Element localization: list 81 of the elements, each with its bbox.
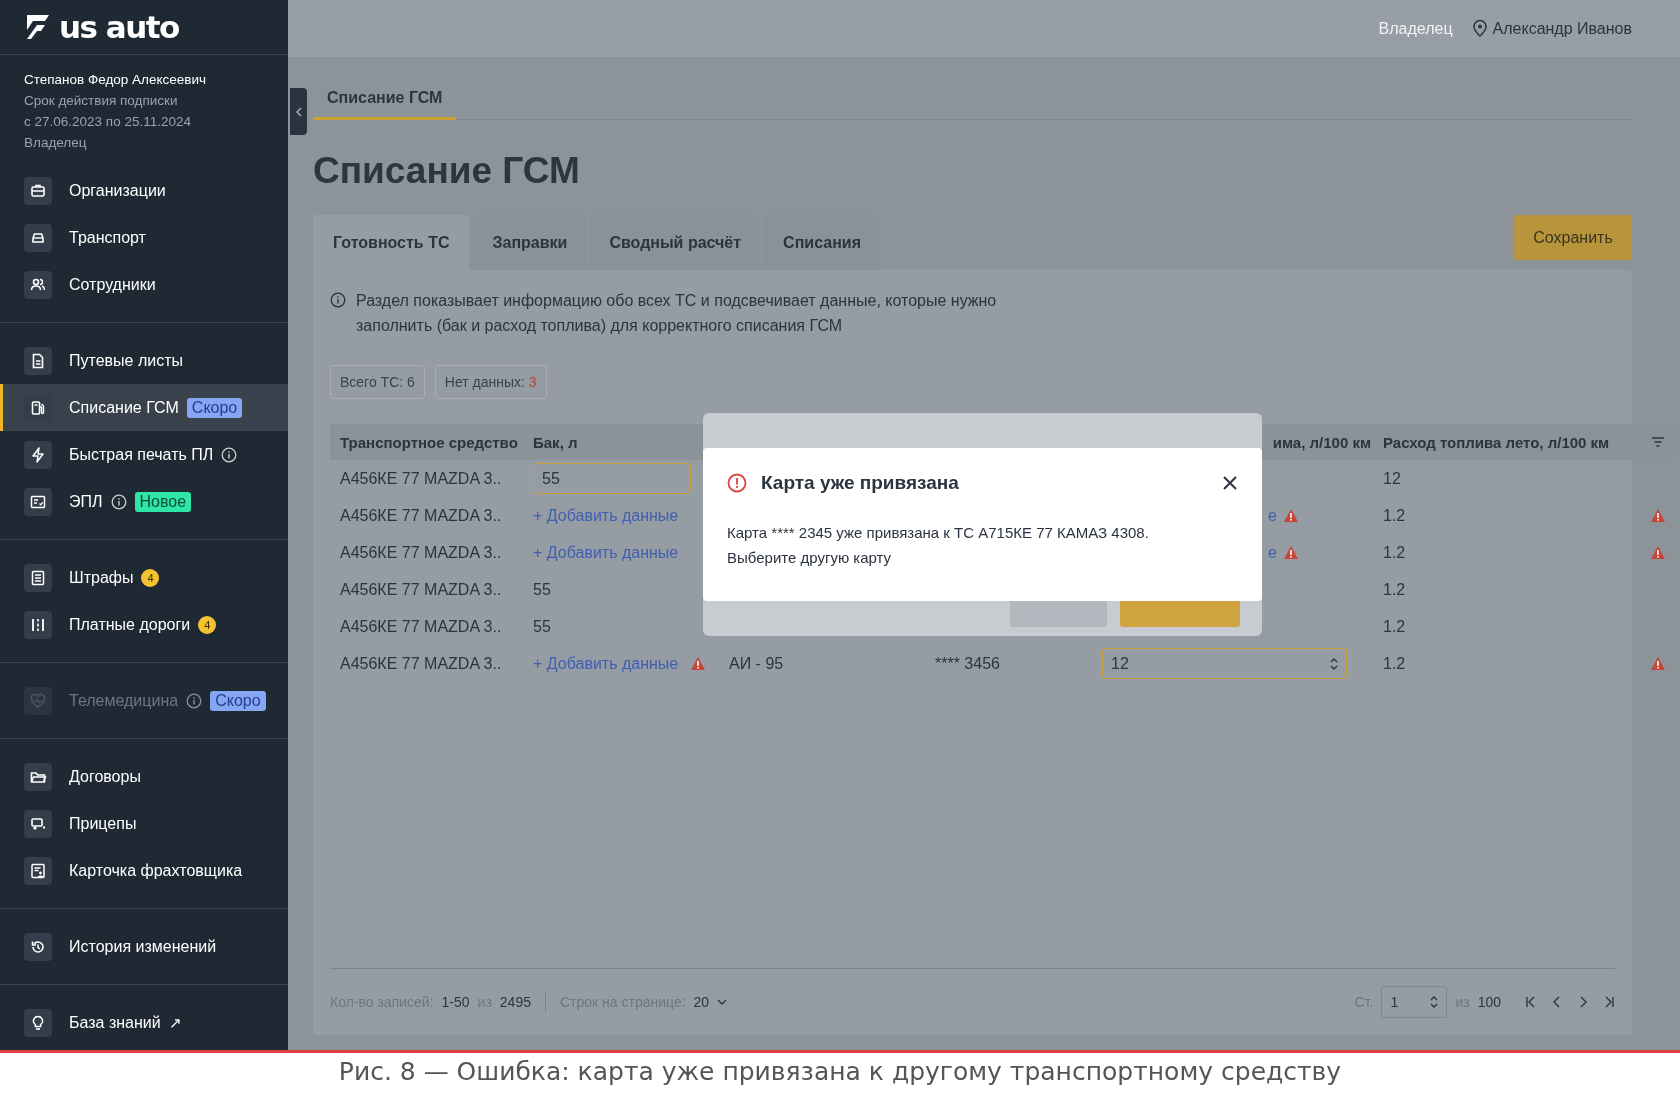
count-badge: 4 [141, 568, 160, 587]
fuel-pump-icon [29, 398, 47, 417]
table-cell: А456КЕ 77 MAZDA 3.. [340, 543, 502, 562]
heart-icon [29, 691, 47, 710]
sidebar-item[interactable]: Транспорт [0, 214, 288, 261]
info-icon [330, 292, 346, 308]
sidebar-item[interactable]: История изменений [0, 923, 288, 970]
error-icon [727, 473, 747, 493]
status-badge: Скоро [186, 397, 243, 418]
spinner-icon [1330, 656, 1338, 671]
column-header: Расход топлива лето, л/100 км [1382, 433, 1611, 451]
subscription-period: с 27.06.2023 по 25.11.2024 [24, 113, 192, 131]
column-header: Транспортное средство [339, 433, 519, 451]
table-cell: 55 [533, 617, 551, 636]
sidebar-item[interactable]: Штрафы 4 [0, 554, 288, 601]
number-field[interactable]: 12 [1102, 648, 1347, 679]
close-icon[interactable] [1222, 475, 1238, 491]
table-cell: 55 [533, 580, 551, 599]
external-link-icon: ↗ [168, 1013, 182, 1032]
user-name[interactable]: Александр Иванов [1492, 19, 1632, 38]
records-range: 1-50 [441, 994, 470, 1010]
per-page-select[interactable]: 20 [693, 994, 710, 1010]
breadcrumb-tab[interactable]: Списание ГСМ [313, 89, 457, 120]
table-cell: 1.2 [1383, 580, 1406, 599]
sidebar-item[interactable]: ЭПЛ Новое [0, 478, 288, 525]
account-name: Степанов Федор Алексеевич [24, 71, 208, 89]
chevron-left-icon [295, 106, 302, 117]
subscription-label: Срок действия подписки [24, 92, 179, 110]
count-badge: 4 [198, 615, 217, 634]
account-role: Владелец [24, 134, 88, 152]
table-cell: А456КЕ 77 MAZDA 3.. [340, 506, 502, 525]
lightning-icon [29, 445, 47, 464]
sidebar-item[interactable]: Путевые листы [0, 337, 288, 384]
list-icon [29, 568, 47, 587]
status-badge: Новое [134, 491, 192, 512]
table-cell: А456КЕ 77 MAZDA 3.. [340, 654, 502, 673]
table-cell: 1.2 [1383, 506, 1406, 525]
location-pin-icon [1472, 20, 1487, 37]
table-cell: А456КЕ 77 MAZDA 3.. [340, 617, 502, 636]
count-chip: Нет данных: 3 [434, 365, 547, 399]
status-badge: Скоро [210, 690, 266, 711]
spinner-icon [1430, 995, 1439, 1009]
table-cell: А456КЕ 77 MAZDA 3.. [340, 580, 502, 599]
table-cell: 1.2 [1383, 543, 1406, 562]
logo-text: us auto [59, 9, 179, 45]
info-text: Раздел показывает информацию обо всех ТС и подсвечивает данные, которые нужно заполнить (бак и расход топлива) для корректного списания ГСМ [356, 291, 998, 336]
table-cell: АИ - 95 [729, 654, 784, 673]
page-field[interactable]: 1 [1381, 986, 1448, 1018]
table-cell: **** 3456 [935, 654, 1000, 673]
column-header: има, л/100 км [1271, 433, 1372, 451]
sidebar-item[interactable]: База знаний ↗ [0, 999, 288, 1046]
column-header: Бак, л [533, 433, 579, 451]
save-button[interactable]: Сохранить [1514, 215, 1632, 260]
sidebar-item[interactable]: Договоры [0, 753, 288, 800]
sidebar-item[interactable]: Списание ГСМ Скоро [0, 384, 288, 431]
dialog-title: Карта уже привязана [761, 472, 960, 494]
profile-card-icon [29, 861, 47, 880]
pages-total: 100 [1477, 994, 1501, 1010]
chevron-down-icon[interactable] [717, 999, 728, 1005]
sidebar-item[interactable]: Быстрая печать ПЛ [0, 431, 288, 478]
records-total: 2495 [499, 994, 531, 1010]
sidebar-item[interactable]: Сотрудники [0, 261, 288, 308]
first-page-icon[interactable] [1525, 996, 1537, 1008]
role-label: Владелец [1378, 19, 1453, 38]
last-page-icon[interactable] [1603, 996, 1615, 1008]
sidebar-item[interactable]: Платные дороги 4 [0, 601, 288, 648]
dialog-message: Карта **** 2345 уже привязана к ТС А715КЕ 77 КАМАЗ 4308. Выберите другую карту [727, 523, 1150, 568]
page-title: Списание ГСМ [313, 149, 581, 193]
collapse-handle[interactable] [290, 88, 307, 135]
figure-caption: Рис. 8 — Ошибка: карта уже привязана к другому транспортному средству [338, 1057, 1342, 1086]
table-cell: 1.2 [1383, 617, 1406, 636]
sidebar-item[interactable]: Организации [0, 167, 288, 214]
table-cell: А456КЕ 77 MAZDA 3.. [340, 469, 502, 488]
sidebar-item[interactable]: Карточка фрахтовщика [0, 847, 288, 894]
table-cell: 1.2 [1383, 654, 1406, 673]
filter-icon[interactable] [1650, 436, 1665, 448]
sidebar-item[interactable]: Прицепы [0, 800, 288, 847]
number-field[interactable]: 55 [533, 463, 691, 494]
table-cell: 12 [1383, 469, 1401, 488]
count-chip: Всего ТС: 6 [330, 365, 425, 399]
tab[interactable]: Готовность ТС [313, 215, 470, 270]
